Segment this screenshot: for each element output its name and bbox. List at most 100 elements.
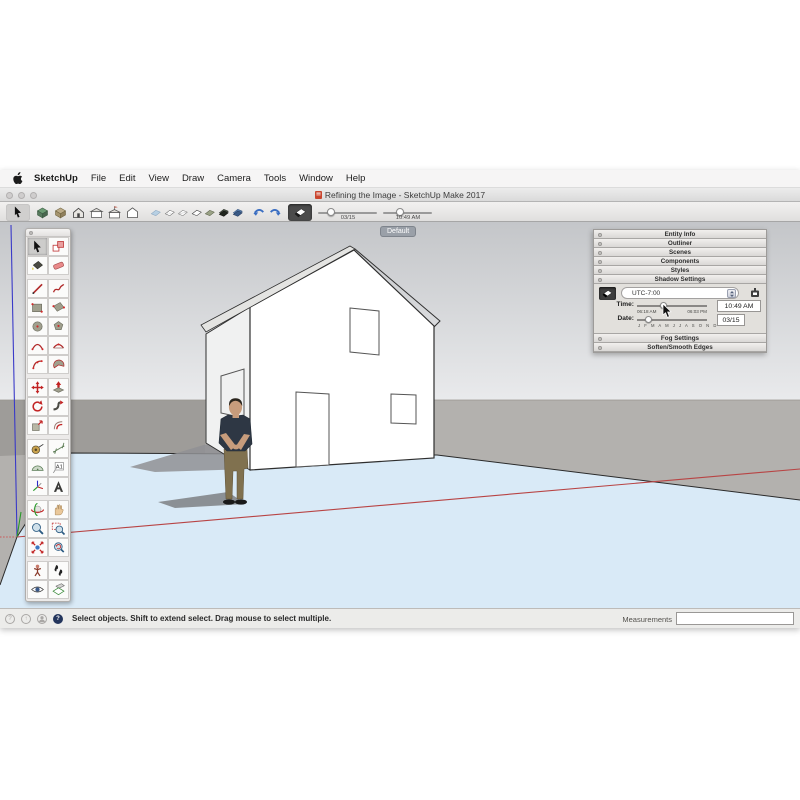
tool-three-point-arc[interactable] — [27, 355, 48, 374]
account-icon[interactable] — [37, 614, 47, 624]
tool-arc[interactable] — [27, 336, 48, 355]
panel-toggle-icon[interactable] — [598, 278, 602, 282]
tool-rectangle[interactable] — [27, 298, 48, 317]
tool-pan[interactable] — [48, 500, 69, 519]
time-slider[interactable] — [637, 305, 707, 307]
toolbar-shed-icon[interactable] — [88, 204, 104, 221]
tool-polygon[interactable] — [48, 317, 69, 336]
panel-bar-outliner[interactable]: Outliner — [594, 239, 766, 248]
tool-offset[interactable] — [48, 416, 69, 435]
tool-section-plane[interactable] — [48, 580, 69, 599]
scene-tab-default[interactable]: Default — [380, 226, 416, 237]
toolbar-box-icon[interactable] — [52, 204, 68, 221]
tool-eraser[interactable] — [48, 256, 69, 275]
tool-previous[interactable] — [48, 538, 69, 557]
apple-menu-icon[interactable] — [12, 172, 24, 185]
menu-edit[interactable]: Edit — [119, 173, 135, 184]
panel-bar-shadow-settings[interactable]: Shadow Settings — [594, 275, 766, 284]
tool-line[interactable] — [27, 279, 48, 298]
window-title: Refining the Image - SketchUp Make 2017 — [0, 190, 800, 200]
svg-text:A1: A1 — [56, 464, 63, 470]
panel-toggle-icon[interactable] — [598, 251, 602, 255]
panel-bar-fog-settings[interactable]: Fog Settings — [594, 334, 766, 343]
panel-bar-styles[interactable]: Styles — [594, 266, 766, 275]
tool-follow-me[interactable] — [48, 397, 69, 416]
toolbar-crate-icon[interactable] — [34, 204, 50, 221]
tool-protractor[interactable] — [27, 458, 48, 477]
shadow-detail-icon[interactable] — [749, 287, 761, 299]
toolbar-house-outline-icon[interactable] — [124, 204, 140, 221]
palette-title-bar[interactable] — [26, 229, 70, 237]
palette-close-icon[interactable] — [29, 231, 33, 235]
tool-circle[interactable] — [27, 317, 48, 336]
tool-zoom-extents[interactable] — [27, 538, 48, 557]
timezone-stepper-icon[interactable] — [727, 289, 736, 298]
tool-axes[interactable] — [27, 477, 48, 496]
tool-scale[interactable] — [27, 416, 48, 435]
shadow-time-slider[interactable] — [383, 212, 432, 214]
face-style-shaded-icon[interactable] — [204, 204, 216, 221]
tool-select[interactable] — [27, 237, 48, 256]
menu-help[interactable]: Help — [346, 173, 366, 184]
time-value-field[interactable]: 10:49 AM — [717, 300, 761, 312]
tool-tape-measure[interactable] — [27, 439, 48, 458]
panel-bar-components[interactable]: Components — [594, 257, 766, 266]
panel-toggle-icon[interactable] — [598, 233, 602, 237]
tool-three-d-text[interactable] — [48, 477, 69, 496]
undo-button[interactable] — [252, 204, 266, 221]
menu-view[interactable]: View — [149, 173, 169, 184]
select-tool-button[interactable] — [6, 204, 30, 221]
tool-position-camera[interactable] — [27, 561, 48, 580]
panel-bar-scenes[interactable]: Scenes — [594, 248, 766, 257]
face-style-monochrome-icon[interactable] — [232, 204, 244, 221]
toolbar-shed-flag-icon[interactable] — [106, 204, 122, 221]
tool-dimension[interactable] — [48, 439, 69, 458]
help-icon[interactable]: ? — [53, 614, 63, 624]
model-canvas[interactable]: Default A1 Entity InfoOutlinerScenesComp… — [0, 222, 800, 608]
panel-toggle-icon[interactable] — [598, 337, 602, 341]
menu-window[interactable]: Window — [299, 173, 333, 184]
tool-text[interactable]: A1 — [48, 458, 69, 477]
tool-zoom[interactable] — [27, 519, 48, 538]
shadow-display-toggle-button[interactable] — [599, 287, 616, 300]
face-style-back-edges-icon[interactable] — [164, 204, 176, 221]
tool-push-pull[interactable] — [48, 378, 69, 397]
panel-toggle-icon[interactable] — [598, 269, 602, 273]
date-slider-handle[interactable] — [645, 316, 652, 323]
menu-file[interactable]: File — [91, 173, 106, 184]
tool-move[interactable] — [27, 378, 48, 397]
measurements-input[interactable] — [676, 612, 794, 625]
sketchup-window: SketchUp File Edit View Draw Camera Tool… — [0, 170, 800, 628]
tool-look-around[interactable] — [27, 580, 48, 599]
menu-tools[interactable]: Tools — [264, 173, 286, 184]
panel-bar-soften-smooth-edges[interactable]: Soften/Smooth Edges — [594, 343, 766, 352]
tool-two-point-arc[interactable] — [48, 336, 69, 355]
face-style-shaded-textures-icon[interactable] — [218, 204, 230, 221]
shadows-toggle-button[interactable] — [288, 204, 312, 221]
date-value-field[interactable]: 03/15 — [717, 314, 745, 326]
face-style-wireframe-icon[interactable] — [177, 204, 189, 221]
tool-rotate[interactable] — [27, 397, 48, 416]
panel-bar-entity-info[interactable]: Entity Info — [594, 230, 766, 239]
toolbar-house-dark-icon[interactable] — [70, 204, 86, 221]
panel-toggle-icon[interactable] — [598, 260, 602, 264]
tool-freehand[interactable] — [48, 279, 69, 298]
menu-camera[interactable]: Camera — [217, 173, 251, 184]
tool-make-component[interactable] — [48, 237, 69, 256]
tool-zoom-window[interactable] — [48, 519, 69, 538]
claim-credit-icon[interactable]: ↑ — [21, 614, 31, 624]
tool-rotated-rectangle[interactable] — [48, 298, 69, 317]
panel-toggle-icon[interactable] — [598, 346, 602, 350]
panel-toggle-icon[interactable] — [598, 242, 602, 246]
timezone-dropdown[interactable]: UTC-7:00 — [621, 287, 739, 299]
face-style-xray-icon[interactable] — [150, 204, 162, 221]
tool-paint-bucket[interactable] — [27, 256, 48, 275]
tool-walk[interactable] — [48, 561, 69, 580]
tool-orbit[interactable] — [27, 500, 48, 519]
tool-pie[interactable] — [48, 355, 69, 374]
face-style-hidden-line-icon[interactable] — [191, 204, 203, 221]
menu-draw[interactable]: Draw — [182, 173, 204, 184]
redo-button[interactable] — [268, 204, 282, 221]
geolocation-icon[interactable]: ? — [5, 614, 15, 624]
menu-sketchup[interactable]: SketchUp — [34, 173, 78, 184]
